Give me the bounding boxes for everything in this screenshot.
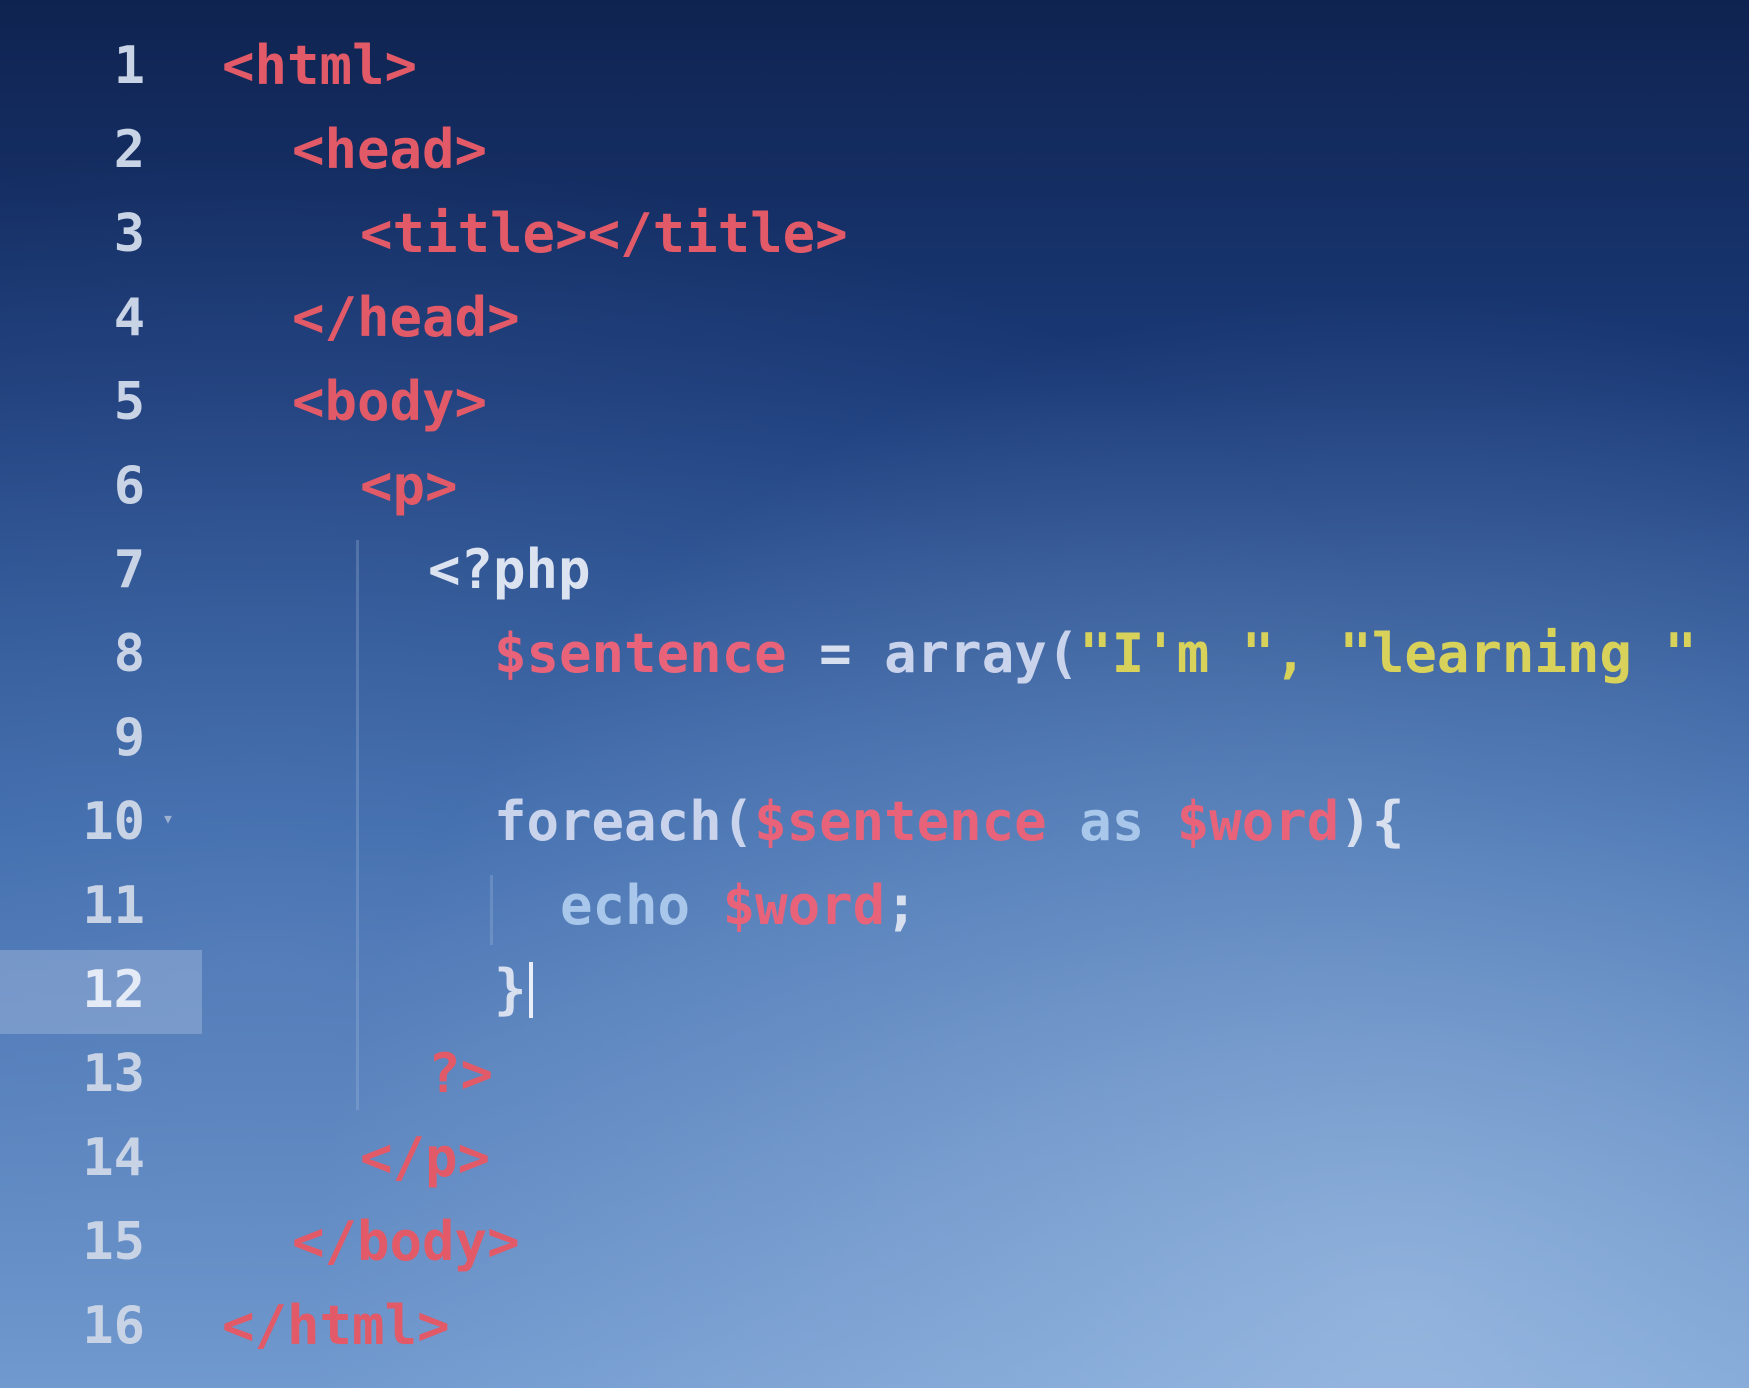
code-token-operator: = (786, 622, 885, 685)
code-line[interactable]: 8 $sentence = array("I'm ", "learning " (0, 614, 1749, 698)
line-number: 7 (113, 540, 145, 600)
code-token-variable: $word (1176, 790, 1340, 853)
line-number: 13 (82, 1044, 145, 1104)
code-token-string: "I'm ", "learning " (1079, 622, 1697, 685)
line-number: 1 (113, 36, 145, 96)
code-token-punctuation: ; (885, 874, 918, 937)
code-token-tag: </head> (292, 286, 520, 349)
chevron-down-icon[interactable]: ▾ (162, 806, 174, 830)
code-token-variable: $sentence (754, 790, 1047, 853)
line-number: 11 (82, 876, 145, 936)
code-token-tag: <body> (292, 370, 488, 433)
code-token-variable: $word (722, 874, 886, 937)
line-number: 6 (113, 456, 145, 516)
code-token-function: array( (884, 622, 1080, 685)
code-line[interactable]: 15 </body> (0, 1202, 1749, 1286)
code-token-tag: <head> (292, 118, 488, 181)
code-line[interactable]: 10 ▾ foreach($sentence as $word){ (0, 782, 1749, 866)
line-number: 16 (82, 1296, 145, 1356)
line-number: 14 (82, 1128, 145, 1188)
code-line[interactable]: 7 <?php (0, 530, 1749, 614)
code-line-content: foreach($sentence as $word){ (494, 790, 1404, 854)
code-line-content: } (494, 958, 533, 1022)
line-number: 12 (82, 960, 145, 1020)
code-token-php-close: ?> (428, 1042, 494, 1105)
code-line[interactable]: 11 echo $word; (0, 866, 1749, 950)
code-line-content: $sentence = array("I'm ", "learning " (494, 622, 1697, 686)
code-line[interactable]: 6 <p> (0, 446, 1749, 530)
code-line[interactable]: 3 <title></title> (0, 194, 1749, 278)
code-line[interactable]: 16 </html> (0, 1286, 1749, 1370)
code-line[interactable]: 13 ?> (0, 1034, 1749, 1118)
line-number: 2 (113, 120, 145, 180)
code-line-active[interactable]: 12 } (0, 950, 1749, 1034)
line-number: 3 (113, 204, 145, 264)
code-token-tag: <title></title> (360, 202, 848, 265)
line-number: 8 (113, 624, 145, 684)
code-token-variable: $sentence (494, 622, 787, 685)
code-token-punctuation: } (494, 958, 527, 1021)
code-line[interactable]: 1 <html> (0, 26, 1749, 110)
code-token-punctuation: ){ (1339, 790, 1405, 853)
line-number: 4 (113, 288, 145, 348)
code-line[interactable]: 9 (0, 698, 1749, 782)
text-cursor (528, 962, 533, 1018)
code-token-keyword: as (1046, 790, 1177, 853)
code-token-tag: </html> (222, 1294, 450, 1357)
code-line[interactable]: 14 </p> (0, 1118, 1749, 1202)
code-line-content: echo $word; (560, 874, 918, 938)
line-number: 9 (113, 708, 145, 768)
line-number: 15 (82, 1212, 145, 1272)
line-number: 5 (113, 372, 145, 432)
code-token-php-open: <?php (428, 538, 591, 601)
code-token-keyword: foreach( (494, 790, 755, 853)
code-editor[interactable]: 1 <html> 2 <head> 3 <title></title> 4 </… (0, 0, 1749, 1388)
code-token-tag: <html> (222, 34, 418, 97)
code-line[interactable]: 2 <head> (0, 110, 1749, 194)
code-line[interactable]: 4 </head> (0, 278, 1749, 362)
code-token-keyword: echo (560, 874, 723, 937)
line-number: 10 (82, 792, 145, 852)
code-token-tag: </p> (360, 1126, 491, 1189)
code-token-tag: <p> (360, 454, 458, 517)
code-line[interactable]: 5 <body> (0, 362, 1749, 446)
code-token-tag: </body> (292, 1210, 520, 1273)
